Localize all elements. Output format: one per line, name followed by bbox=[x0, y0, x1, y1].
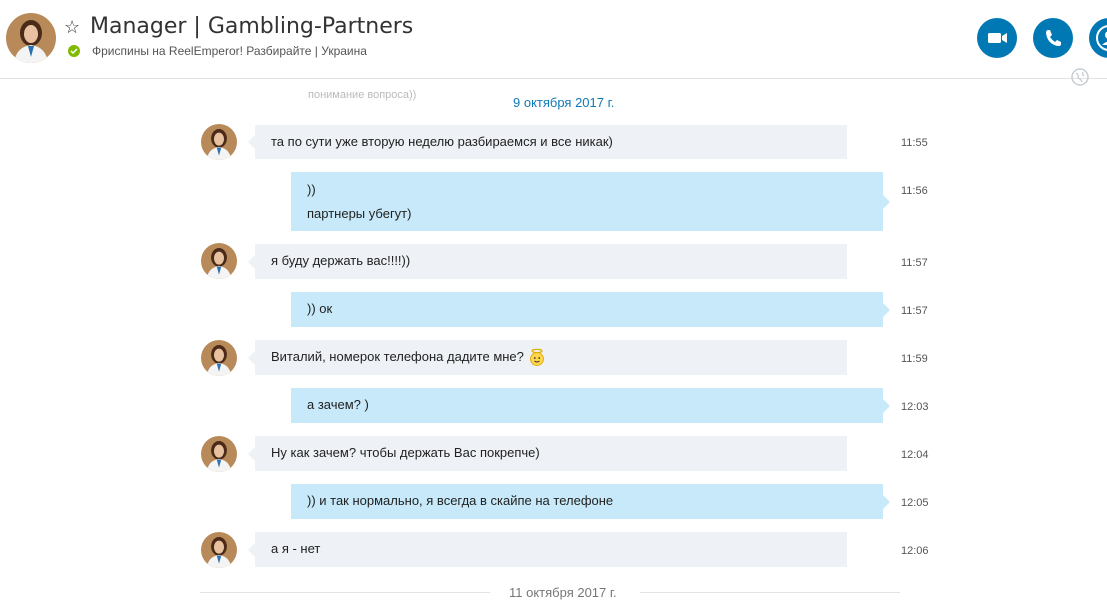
online-status-icon bbox=[68, 45, 80, 57]
outgoing-message[interactable]: )) партнеры убегут) bbox=[291, 172, 890, 231]
incoming-message[interactable]: та по сути уже вторую неделю разбираемся… bbox=[248, 125, 847, 159]
message-text: та по сути уже вторую неделю разбираемся… bbox=[271, 134, 613, 149]
phone-icon bbox=[1046, 30, 1061, 46]
conversation-header: ☆ Manager | Gambling-Partners Фриспины н… bbox=[0, 0, 1107, 86]
message-text: а я - нет bbox=[271, 541, 321, 556]
favorite-star-icon[interactable]: ☆ bbox=[64, 17, 80, 37]
outgoing-message[interactable]: )) ок bbox=[291, 292, 890, 327]
message-time: 11:55 bbox=[901, 137, 928, 149]
contact-avatar-small[interactable] bbox=[201, 243, 237, 279]
angel-emoticon bbox=[528, 348, 546, 366]
message-time: 12:06 bbox=[901, 545, 929, 557]
incoming-message[interactable]: а я - нет bbox=[248, 532, 847, 567]
contact-avatar-small[interactable] bbox=[201, 436, 237, 472]
video-camera-icon bbox=[988, 33, 1007, 43]
date-separator: 9 октября 2017 г. bbox=[513, 95, 615, 110]
message-text: Ну как зачем? чтобы держать Вас покрепче… bbox=[271, 445, 540, 460]
incoming-message[interactable]: я буду держать вас!!!!)) bbox=[248, 244, 847, 279]
incoming-message[interactable]: Ну как зачем? чтобы держать Вас покрепче… bbox=[248, 436, 847, 471]
message-text: а зачем? ) bbox=[307, 397, 369, 412]
date-separator: 11 октября 2017 г. bbox=[509, 585, 617, 600]
message-text: )) ок bbox=[307, 301, 333, 316]
message-time: 12:04 bbox=[901, 449, 929, 461]
contact-avatar[interactable] bbox=[6, 13, 56, 63]
faded-previous-message: понимание вопроса)) bbox=[308, 89, 417, 101]
contact-avatar-small[interactable] bbox=[201, 124, 237, 160]
outgoing-message[interactable]: а зачем? ) bbox=[291, 388, 890, 423]
add-person-icon bbox=[1096, 25, 1107, 51]
message-text: я буду держать вас!!!!)) bbox=[271, 253, 411, 268]
incoming-message[interactable]: Виталий, номерок телефона дадите мне? bbox=[248, 340, 847, 375]
message-text: партнеры убегут) bbox=[307, 206, 412, 221]
message-text: Виталий, номерок телефона дадите мне? bbox=[271, 349, 524, 364]
message-time: 12:05 bbox=[901, 497, 929, 509]
divider bbox=[200, 592, 490, 593]
outgoing-message[interactable]: )) и так нормально, я всегда в скайпе на… bbox=[291, 484, 890, 519]
message-time: 12:03 bbox=[901, 401, 929, 413]
contact-avatar-small[interactable] bbox=[201, 340, 237, 376]
divider bbox=[640, 592, 900, 593]
message-time: 11:59 bbox=[901, 353, 928, 365]
audio-call-button[interactable] bbox=[1033, 18, 1073, 58]
translate-globe-icon[interactable] bbox=[1070, 67, 1090, 92]
contact-name: Manager | Gambling-Partners bbox=[90, 14, 414, 39]
add-participants-button[interactable] bbox=[1089, 18, 1107, 58]
message-text: )) bbox=[307, 182, 316, 197]
message-time: 11:56 bbox=[901, 185, 928, 197]
message-time: 11:57 bbox=[901, 257, 928, 269]
mood-message: Фриспины на ReelEmperor! Разбирайте | Ук… bbox=[92, 44, 367, 58]
message-text: )) и так нормально, я всегда в скайпе на… bbox=[307, 493, 614, 508]
video-call-button[interactable] bbox=[977, 18, 1017, 58]
contact-avatar-small[interactable] bbox=[201, 532, 237, 568]
message-time: 11:57 bbox=[901, 305, 928, 317]
